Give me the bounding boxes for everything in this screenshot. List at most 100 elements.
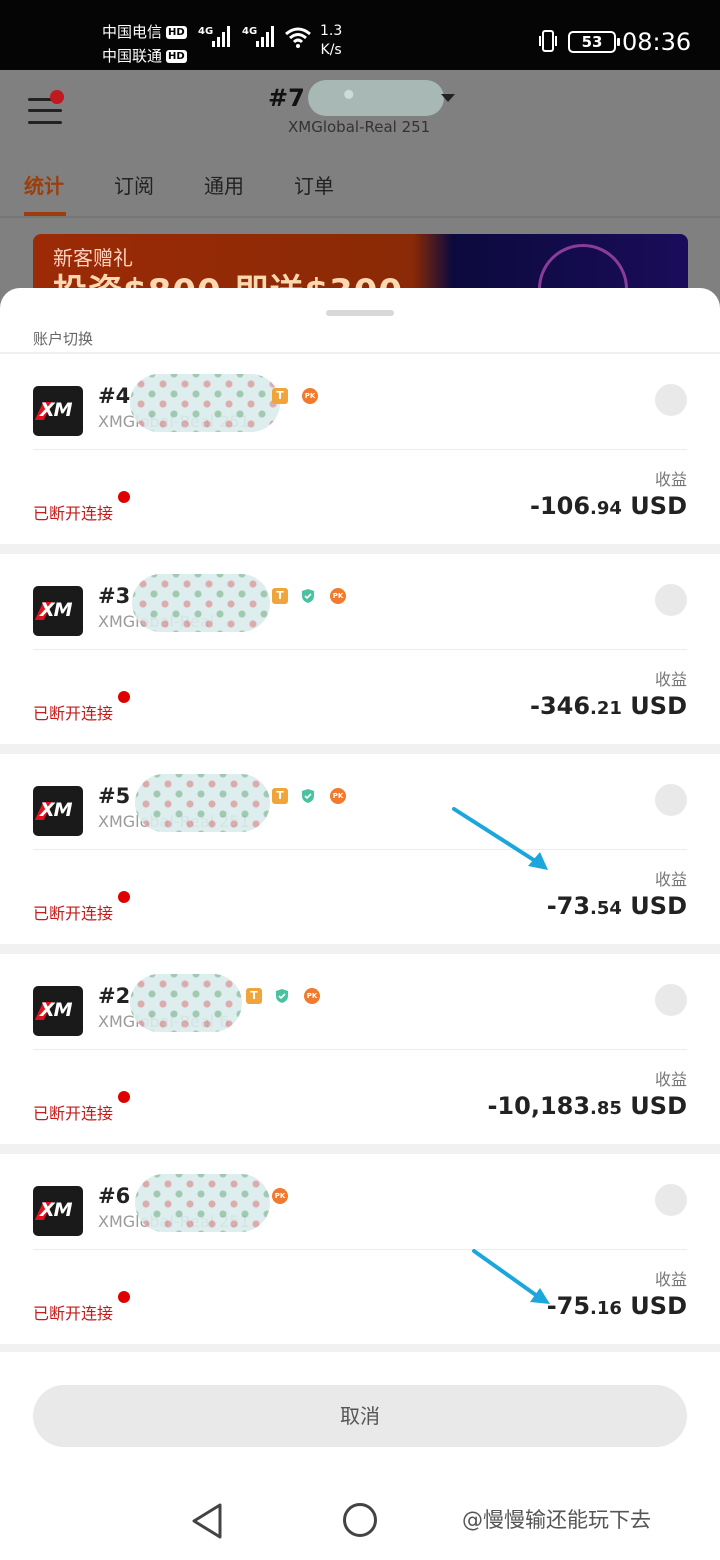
connection-status: 已断开连接: [33, 1104, 114, 1123]
tab-subscription[interactable]: 订阅: [114, 170, 154, 199]
account-card[interactable]: XM #4 XMGlobal-Real 251 T PK 收益 -106.94 …: [0, 354, 720, 544]
xm-logo: XM: [33, 386, 83, 436]
logo-text: XM: [40, 599, 73, 621]
redacted-account-name: [135, 774, 270, 832]
navigation-bar: @慢慢输还能玩下去: [0, 1480, 720, 1560]
tab-bar: 统计 订阅 通用 订单: [0, 170, 720, 216]
select-radio[interactable]: [655, 1184, 687, 1216]
status-bar: 中国电信 HD 中国联通 HD 4G 4G 1.3 K/s 53 08:36: [0, 0, 720, 70]
t-badge-icon: T: [272, 588, 288, 604]
connection-status: 已断开连接: [33, 1304, 114, 1323]
account-card[interactable]: XM #3 XMGlobal-Real T PK 收益 -346.21 USD …: [0, 554, 720, 744]
status-dot: [118, 1091, 130, 1103]
xm-logo: XM: [33, 586, 83, 636]
profit-label: 收益: [654, 670, 687, 689]
redacted-account-name: [130, 374, 280, 432]
card-gap: [0, 944, 720, 954]
profit-value: -10,183.85 USD: [487, 1092, 687, 1120]
shield-icon: [276, 989, 288, 1003]
redacted-account-name: [132, 574, 270, 632]
watermark: @慢慢输还能玩下去: [462, 1508, 651, 1532]
clock: 08:36: [622, 28, 692, 56]
logo-text: XM: [40, 999, 73, 1021]
redacted-account-name: [130, 974, 242, 1032]
current-account-server: XMGlobal-Real 251: [288, 118, 431, 136]
profit-value: -106.94 USD: [530, 492, 687, 520]
profit-label: 收益: [654, 1270, 687, 1289]
pk-badge-icon: PK: [304, 988, 320, 1004]
home-icon[interactable]: [343, 1503, 377, 1537]
card-gap: [0, 1344, 720, 1352]
profit-integer: -10,183: [487, 1092, 591, 1120]
select-radio[interactable]: [655, 584, 687, 616]
pk-badge-icon: PK: [272, 1188, 288, 1204]
divider: [33, 849, 687, 850]
profit-decimal: .54: [590, 898, 622, 919]
status-dot: [118, 1291, 130, 1303]
select-radio[interactable]: [655, 384, 687, 416]
card-gap: [0, 1144, 720, 1154]
account-card[interactable]: XM #6 XMGlobal-Real 251 PK 收益 -75.16 USD…: [0, 1154, 720, 1344]
tab-statistics[interactable]: 统计: [24, 170, 64, 199]
account-number: #4: [98, 384, 131, 408]
profit-decimal: .85: [590, 1098, 622, 1119]
xm-logo: XM: [33, 786, 83, 836]
account-number: #2: [98, 984, 131, 1008]
speed-value: 1.3: [320, 23, 343, 39]
profit-value: -75.16 USD: [547, 1292, 687, 1320]
select-radio[interactable]: [655, 984, 687, 1016]
cancel-button[interactable]: 取消: [33, 1385, 687, 1447]
profit-currency: USD: [630, 492, 687, 520]
xm-logo: XM: [33, 1186, 83, 1236]
chevron-down-icon[interactable]: [441, 94, 455, 102]
xm-logo: XM: [33, 986, 83, 1036]
divider: [33, 449, 687, 450]
tab-orders[interactable]: 订单: [294, 170, 334, 199]
account-card[interactable]: XM #2 XMGlobal-Real 6 T PK 收益 -10,183.85…: [0, 954, 720, 1144]
current-account-number[interactable]: #7: [268, 84, 305, 112]
back-icon[interactable]: [190, 1502, 224, 1540]
drag-handle[interactable]: [326, 310, 394, 316]
carrier-1: 中国电信: [102, 23, 163, 41]
shield-icon: [302, 789, 314, 803]
tab-general[interactable]: 通用: [204, 170, 244, 199]
network-type-1: 4G: [198, 26, 214, 37]
divider: [33, 649, 687, 650]
battery-icon: 53: [568, 31, 620, 53]
sheet-title: 账户切换: [33, 330, 94, 348]
wifi-icon: [285, 27, 311, 48]
logo-text: XM: [40, 399, 73, 421]
logo-text: XM: [40, 1199, 73, 1221]
profit-decimal: .21: [590, 698, 622, 719]
carrier-info: 中国电信 HD 中国联通 HD: [102, 20, 187, 68]
connection-status: 已断开连接: [33, 704, 114, 723]
profit-integer: -346: [529, 692, 591, 720]
status-dot: [118, 491, 130, 503]
pk-badge-icon: PK: [330, 588, 346, 604]
annotation-arrow-icon: [452, 807, 548, 870]
profit-value: -346.21 USD: [530, 692, 687, 720]
connection-status: 已断开连接: [33, 904, 114, 923]
account-card[interactable]: XM #5 XMGlobal-Real 251 T PK 收益 -73.54 U…: [0, 754, 720, 944]
vibrate-icon: [539, 30, 557, 52]
profit-integer: -106: [529, 492, 591, 520]
select-radio[interactable]: [655, 784, 687, 816]
divider: [33, 1249, 687, 1250]
card-gap: [0, 744, 720, 754]
profit-currency: USD: [630, 692, 687, 720]
pk-badge-icon: PK: [302, 388, 318, 404]
shield-icon: [302, 589, 314, 603]
notification-dot: [50, 90, 64, 104]
card-gap: [0, 544, 720, 554]
divider: [0, 216, 720, 218]
profit-currency: USD: [630, 1292, 687, 1320]
profit-label: 收益: [654, 1070, 687, 1089]
signal-icon: [212, 26, 230, 47]
profit-value: -73.54 USD: [547, 892, 687, 920]
t-badge-icon: T: [246, 988, 262, 1004]
logo-text: XM: [40, 799, 73, 821]
network-speed: 1.3 K/s: [320, 22, 342, 60]
network-type-2: 4G: [242, 26, 258, 37]
account-number: #6: [98, 1184, 131, 1208]
profit-currency: USD: [630, 892, 687, 920]
